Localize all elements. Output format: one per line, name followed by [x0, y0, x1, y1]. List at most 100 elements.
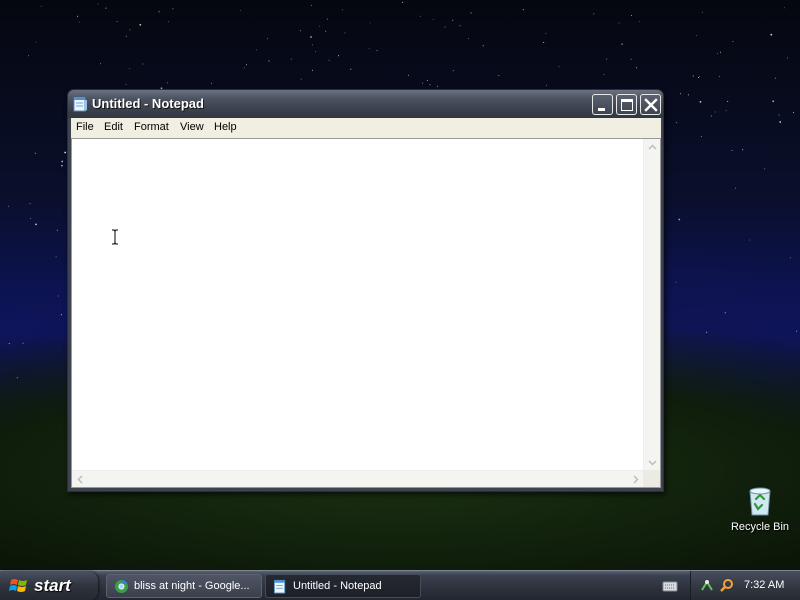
- menu-format[interactable]: Format: [134, 121, 169, 133]
- star: [419, 15, 421, 17]
- scroll-up-icon[interactable]: [644, 139, 661, 156]
- star: [543, 42, 545, 43]
- star: [310, 36, 312, 38]
- star: [459, 25, 461, 27]
- star: [727, 100, 729, 102]
- star: [97, 3, 99, 5]
- star: [116, 21, 118, 23]
- star: [350, 68, 352, 70]
- star: [290, 58, 292, 60]
- star: [166, 82, 168, 84]
- menu-help[interactable]: Help: [214, 121, 237, 133]
- horizontal-scrollbar[interactable]: [72, 470, 644, 487]
- windows-logo-icon: [9, 579, 27, 592]
- star: [699, 101, 702, 103]
- star: [29, 218, 31, 220]
- star: [342, 9, 344, 11]
- star: [710, 115, 712, 117]
- recycle-bin-icon: [749, 487, 771, 516]
- size-grip[interactable]: [643, 470, 660, 487]
- star: [783, 7, 785, 9]
- star: [34, 152, 36, 154]
- star: [631, 15, 632, 16]
- star: [239, 9, 241, 11]
- star: [267, 38, 269, 40]
- keyboard-icon[interactable]: [662, 579, 678, 593]
- notepad-icon: [73, 97, 87, 112]
- window-title: Untitled - Notepad: [92, 96, 204, 111]
- star: [680, 93, 681, 95]
- star: [369, 22, 371, 24]
- taskbar-item-chrome[interactable]: bliss at night - Google...: [106, 574, 262, 598]
- menu-edit[interactable]: Edit: [104, 121, 123, 133]
- star: [432, 18, 434, 20]
- text-cursor-icon: [112, 229, 118, 245]
- search-icon[interactable]: [719, 578, 734, 593]
- star: [64, 151, 67, 154]
- star: [29, 203, 31, 205]
- minimize-button[interactable]: [592, 94, 613, 115]
- star: [35, 223, 37, 226]
- scroll-down-icon[interactable]: [644, 454, 661, 471]
- star: [139, 23, 142, 26]
- star: [129, 29, 131, 31]
- star: [318, 25, 320, 27]
- star: [698, 77, 700, 78]
- scroll-right-icon[interactable]: [627, 471, 644, 488]
- star: [243, 67, 245, 69]
- star: [732, 41, 734, 42]
- star: [724, 312, 726, 314]
- menu-file[interactable]: File: [76, 121, 94, 133]
- star: [315, 51, 317, 53]
- star: [779, 121, 782, 123]
- star: [772, 100, 775, 103]
- scroll-left-icon[interactable]: [72, 471, 89, 488]
- star: [376, 50, 378, 52]
- star: [452, 70, 454, 72]
- window-title-bar[interactable]: Untitled - Notepad: [68, 90, 663, 118]
- star: [28, 55, 30, 57]
- vertical-scrollbar[interactable]: [643, 139, 660, 471]
- star: [268, 60, 270, 62]
- star: [725, 110, 727, 111]
- notepad-window[interactable]: Untitled - Notepad File Edit Format View…: [67, 89, 664, 492]
- star: [8, 343, 10, 345]
- star: [675, 281, 677, 283]
- star: [328, 59, 330, 61]
- star: [700, 136, 702, 137]
- recycle-bin-shortcut[interactable]: Recycle Bin: [726, 485, 794, 545]
- star: [770, 33, 773, 36]
- star: [426, 80, 428, 81]
- star: [749, 239, 750, 241]
- star: [603, 74, 605, 75]
- close-button[interactable]: [640, 94, 661, 115]
- taskbar-item-label: Untitled - Notepad: [293, 580, 382, 592]
- minimize-icon: [598, 108, 605, 111]
- star: [61, 160, 64, 163]
- network-icon[interactable]: [700, 578, 715, 593]
- star: [125, 35, 127, 37]
- text-editor[interactable]: [72, 139, 644, 471]
- taskbar-item-notepad[interactable]: Untitled - Notepad: [265, 574, 421, 598]
- star: [718, 75, 720, 77]
- star: [35, 41, 37, 43]
- star: [338, 55, 340, 57]
- star: [719, 51, 721, 53]
- star: [793, 112, 794, 113]
- star: [734, 187, 736, 189]
- star: [717, 53, 718, 54]
- chrome-icon: [115, 580, 128, 593]
- maximize-button[interactable]: [616, 94, 637, 115]
- star: [706, 331, 708, 333]
- star: [40, 5, 42, 7]
- star: [764, 168, 766, 170]
- maximize-icon: [621, 99, 633, 111]
- start-button[interactable]: start: [0, 571, 98, 600]
- star: [522, 9, 524, 11]
- star: [698, 75, 700, 77]
- star: [444, 26, 446, 28]
- star: [437, 85, 438, 87]
- menu-view[interactable]: View: [180, 121, 204, 133]
- star: [344, 32, 346, 34]
- star: [638, 20, 640, 22]
